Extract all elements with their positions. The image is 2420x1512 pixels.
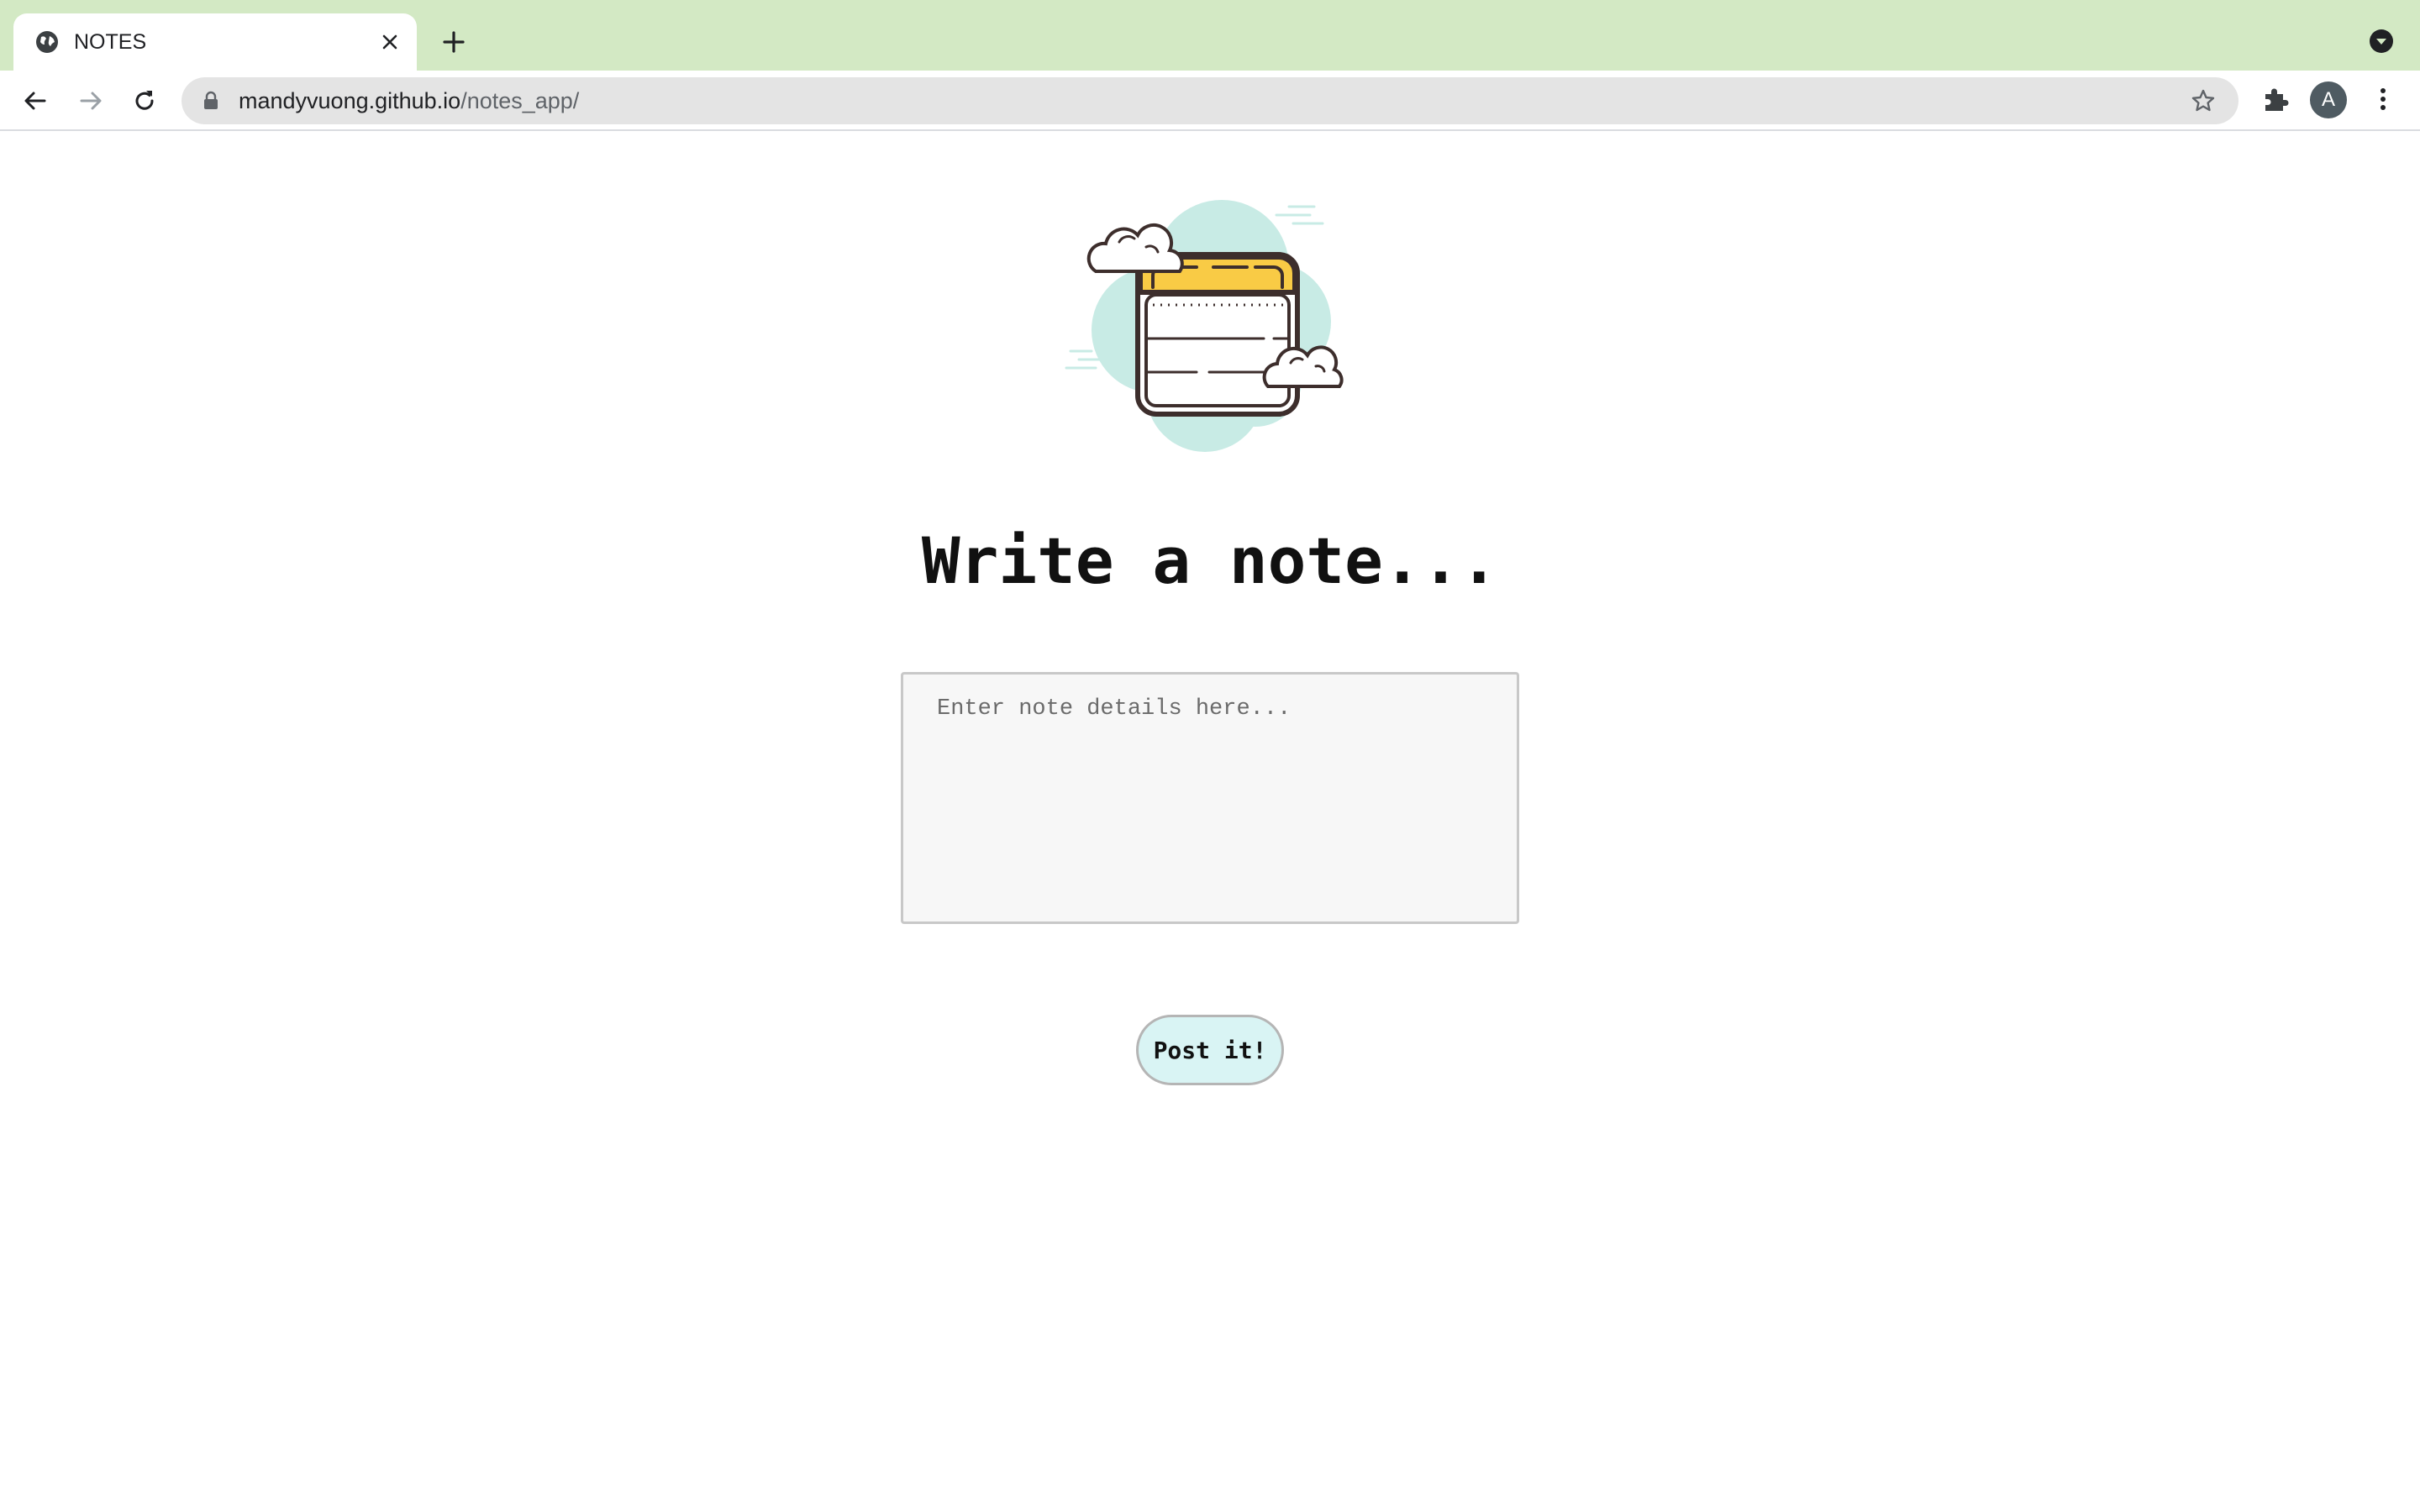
reload-icon[interactable] bbox=[129, 86, 160, 116]
page-content: Write a note... Post it! bbox=[0, 133, 2420, 1512]
forward-arrow-icon[interactable] bbox=[76, 86, 106, 116]
puzzle-icon[interactable] bbox=[2260, 84, 2291, 114]
back-arrow-icon[interactable] bbox=[20, 86, 50, 116]
plus-icon[interactable] bbox=[437, 25, 471, 59]
browser-tab[interactable]: NOTES bbox=[13, 13, 417, 71]
tab-title: NOTES bbox=[74, 30, 147, 54]
close-icon[interactable] bbox=[376, 29, 403, 55]
url-path: /notes_app/ bbox=[460, 88, 580, 113]
note-details-input[interactable] bbox=[901, 672, 1519, 924]
post-it-button[interactable]: Post it! bbox=[1136, 1015, 1284, 1085]
lock-icon[interactable] bbox=[202, 91, 220, 111]
page-title: Write a note... bbox=[921, 523, 1499, 598]
tab-strip: NOTES bbox=[0, 0, 2420, 71]
avatar[interactable]: A bbox=[2310, 81, 2347, 118]
url-domain: mandyvuong.github.io bbox=[239, 88, 461, 113]
notepad-with-clouds-icon bbox=[1065, 200, 1344, 452]
globe-icon bbox=[36, 31, 58, 53]
kebab-menu-icon[interactable] bbox=[2370, 86, 2396, 113]
chevron-down-circle-icon[interactable] bbox=[2368, 28, 2395, 55]
url-text[interactable]: mandyvuong.github.io/notes_app/ bbox=[239, 87, 579, 114]
address-bar[interactable]: mandyvuong.github.io/notes_app/ bbox=[182, 77, 2238, 124]
browser-toolbar: mandyvuong.github.io/notes_app/ bbox=[0, 71, 2420, 131]
star-icon[interactable] bbox=[2190, 87, 2217, 114]
